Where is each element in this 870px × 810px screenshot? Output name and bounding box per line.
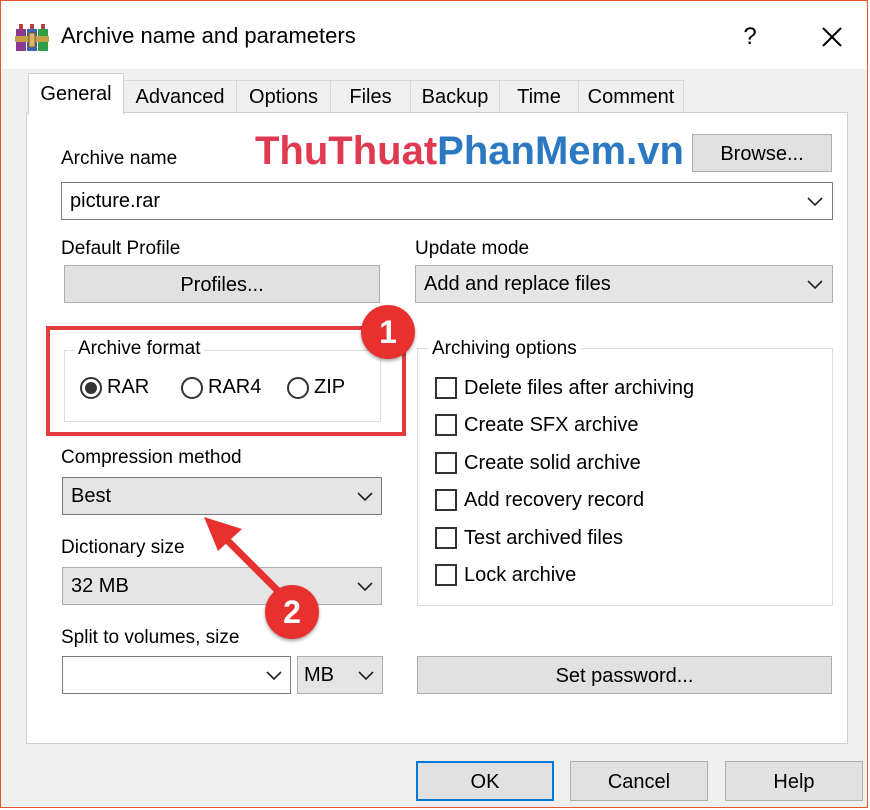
- help-icon[interactable]: ?: [728, 19, 772, 55]
- watermark-logo: ThuThuatPhanMem.vn: [255, 129, 684, 174]
- annotation-highlight-box: [46, 326, 406, 436]
- set-password-button[interactable]: Set password...: [417, 656, 832, 694]
- split-volumes-unit-select[interactable]: MB: [297, 656, 383, 694]
- update-mode-select[interactable]: Add and replace files: [415, 265, 833, 303]
- winrar-app-icon: [15, 24, 49, 51]
- watermark-part1: ThuThuat: [255, 129, 438, 173]
- chevron-down-icon[interactable]: [266, 671, 282, 681]
- checkbox-delete-files[interactable]: [435, 377, 457, 399]
- checkbox-create-sfx-label[interactable]: Create SFX archive: [464, 414, 639, 437]
- tab-advanced[interactable]: Advanced: [123, 80, 237, 112]
- compression-method-label: Compression method: [61, 447, 242, 468]
- split-volumes-label: Split to volumes, size: [61, 627, 240, 648]
- chevron-down-icon[interactable]: [357, 492, 373, 502]
- help-button[interactable]: Help: [725, 761, 863, 801]
- update-mode-label: Update mode: [415, 238, 530, 259]
- tab-comment[interactable]: Comment: [578, 80, 684, 112]
- default-profile-label: Default Profile: [61, 238, 181, 259]
- split-volumes-unit-value: MB: [304, 664, 334, 686]
- checkbox-create-solid[interactable]: [435, 452, 457, 474]
- checkbox-recovery-record-label[interactable]: Add recovery record: [464, 489, 644, 512]
- tab-time[interactable]: Time: [499, 80, 579, 112]
- checkbox-test-archived[interactable]: [435, 527, 457, 549]
- compression-method-select[interactable]: Best: [62, 477, 382, 515]
- dictionary-size-value: 32 MB: [71, 575, 129, 597]
- archive-name-value: picture.rar: [70, 190, 161, 212]
- chevron-down-icon[interactable]: [807, 197, 823, 207]
- close-button[interactable]: [807, 19, 857, 55]
- tab-options[interactable]: Options: [236, 80, 331, 112]
- browse-button[interactable]: Browse...: [692, 134, 832, 172]
- window-title: Archive name and parameters: [61, 23, 356, 48]
- chevron-down-icon[interactable]: [358, 671, 374, 681]
- archive-name-combobox[interactable]: picture.rar: [61, 182, 833, 220]
- close-icon: [822, 27, 842, 47]
- checkbox-recovery-record[interactable]: [435, 489, 457, 511]
- dictionary-size-label: Dictionary size: [61, 537, 185, 558]
- archive-name-label: Archive name: [61, 148, 178, 169]
- compression-method-value: Best: [71, 485, 112, 507]
- checkbox-test-archived-label[interactable]: Test archived files: [464, 527, 623, 550]
- checkbox-lock-archive-label[interactable]: Lock archive: [464, 564, 576, 587]
- tab-files[interactable]: Files: [330, 80, 411, 112]
- checkbox-lock-archive[interactable]: [435, 564, 457, 586]
- chevron-down-icon[interactable]: [357, 582, 373, 592]
- dialog-window: Archive name and parameters ? General Ad…: [0, 0, 868, 808]
- title-bar[interactable]: Archive name and parameters ?: [1, 1, 867, 69]
- cancel-button[interactable]: Cancel: [570, 761, 708, 801]
- annotation-badge-1: 1: [361, 305, 415, 359]
- checkbox-create-solid-label[interactable]: Create solid archive: [464, 452, 641, 475]
- tab-general[interactable]: General: [28, 73, 124, 115]
- chevron-down-icon[interactable]: [807, 280, 823, 290]
- tab-backup[interactable]: Backup: [410, 80, 500, 112]
- checkbox-create-sfx[interactable]: [435, 414, 457, 436]
- ok-button[interactable]: OK: [416, 761, 554, 801]
- checkbox-delete-files-label[interactable]: Delete files after archiving: [464, 377, 694, 400]
- split-volumes-size-input[interactable]: [62, 656, 291, 694]
- watermark-part2: PhanMem.vn: [437, 129, 684, 173]
- archiving-options-label: Archiving options: [428, 338, 581, 360]
- profiles-button[interactable]: Profiles...: [64, 265, 380, 303]
- update-mode-value: Add and replace files: [424, 273, 611, 295]
- annotation-badge-2: 2: [265, 585, 319, 639]
